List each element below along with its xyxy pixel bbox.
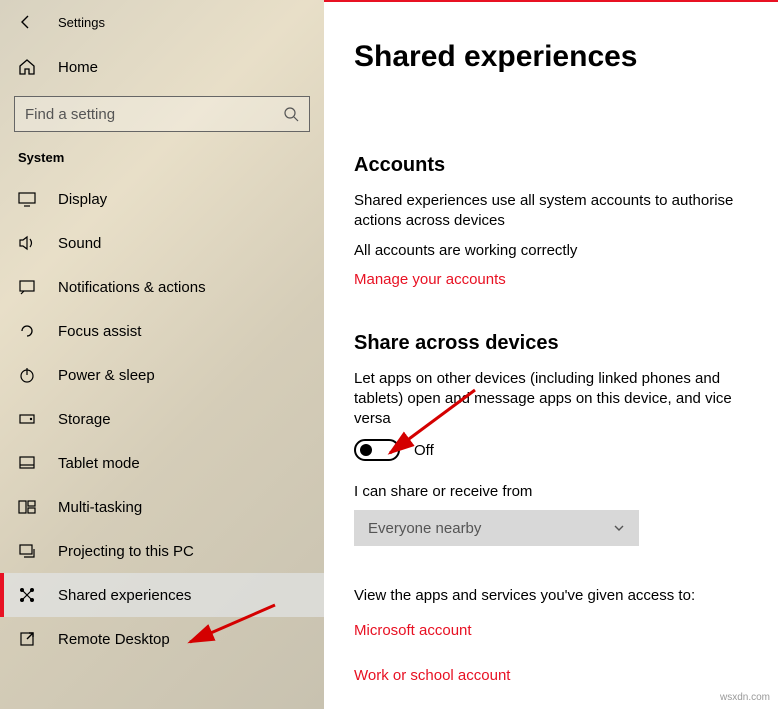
sidebar-item-label: Tablet mode (58, 455, 140, 472)
sidebar-item-label: Remote Desktop (58, 631, 170, 648)
sidebar-item-label: Power & sleep (58, 367, 155, 384)
projecting-icon (18, 542, 36, 560)
multitasking-icon (18, 498, 36, 516)
view-apps-label: View the apps and services you've given … (354, 586, 748, 606)
storage-icon (18, 410, 36, 428)
sidebar-item-display[interactable]: Display (0, 177, 324, 221)
sidebar-item-label: Notifications & actions (58, 279, 206, 296)
remote-icon (18, 630, 36, 648)
watermark: wsxdn.com (720, 692, 770, 703)
main-content: Shared experiences Accounts Shared exper… (324, 0, 778, 709)
search-icon (283, 106, 299, 122)
sidebar-item-remote[interactable]: Remote Desktop (0, 617, 324, 661)
focus-icon (18, 322, 36, 340)
sidebar-item-label: Display (58, 191, 107, 208)
shared-icon (18, 586, 36, 604)
accounts-heading: Accounts (354, 154, 748, 177)
sidebar-item-label: Focus assist (58, 323, 141, 340)
arrow-left-icon (18, 14, 34, 30)
work-account-link[interactable]: Work or school account (354, 667, 510, 684)
share-heading: Share across devices (354, 332, 748, 355)
sidebar-item-label: Projecting to this PC (58, 543, 194, 560)
share-toggle[interactable] (354, 439, 400, 461)
search-field[interactable] (25, 106, 283, 123)
sound-icon (18, 234, 36, 252)
nav-list: Display Sound Notifications & actions Fo… (0, 177, 324, 661)
sidebar-item-storage[interactable]: Storage (0, 397, 324, 441)
notifications-icon (18, 278, 36, 296)
home-icon (18, 58, 36, 76)
share-desc: Let apps on other devices (including lin… (354, 369, 748, 429)
sidebar-item-tablet[interactable]: Tablet mode (0, 441, 324, 485)
sidebar-item-label: Sound (58, 235, 101, 252)
home-nav[interactable]: Home (0, 48, 324, 86)
sidebar-item-label: Shared experiences (58, 587, 191, 604)
accounts-desc: Shared experiences use all system accoun… (354, 191, 748, 231)
chevron-down-icon (613, 522, 625, 534)
accounts-status: All accounts are working correctly (354, 241, 748, 261)
sidebar-item-label: Multi-tasking (58, 499, 142, 516)
sidebar-item-focus[interactable]: Focus assist (0, 309, 324, 353)
app-title: Settings (58, 15, 105, 30)
search-input[interactable] (14, 96, 310, 132)
receive-label: I can share or receive from (354, 483, 748, 500)
sidebar: Settings Home System Display Sound Notif… (0, 0, 324, 709)
sidebar-item-multitasking[interactable]: Multi-tasking (0, 485, 324, 529)
sidebar-item-shared-experiences[interactable]: Shared experiences (0, 573, 324, 617)
tablet-icon (18, 454, 36, 472)
sidebar-item-label: Storage (58, 411, 111, 428)
receive-select[interactable]: Everyone nearby (354, 510, 639, 546)
power-icon (18, 366, 36, 384)
sidebar-item-notifications[interactable]: Notifications & actions (0, 265, 324, 309)
sidebar-item-sound[interactable]: Sound (0, 221, 324, 265)
sidebar-item-projecting[interactable]: Projecting to this PC (0, 529, 324, 573)
sidebar-section: System (0, 150, 324, 177)
toggle-state: Off (414, 442, 434, 459)
display-icon (18, 190, 36, 208)
microsoft-account-link[interactable]: Microsoft account (354, 622, 472, 639)
page-title: Shared experiences (354, 40, 748, 74)
back-button[interactable] (18, 14, 34, 30)
manage-accounts-link[interactable]: Manage your accounts (354, 271, 506, 288)
select-value: Everyone nearby (368, 520, 481, 537)
home-label: Home (58, 59, 98, 76)
sidebar-item-power[interactable]: Power & sleep (0, 353, 324, 397)
